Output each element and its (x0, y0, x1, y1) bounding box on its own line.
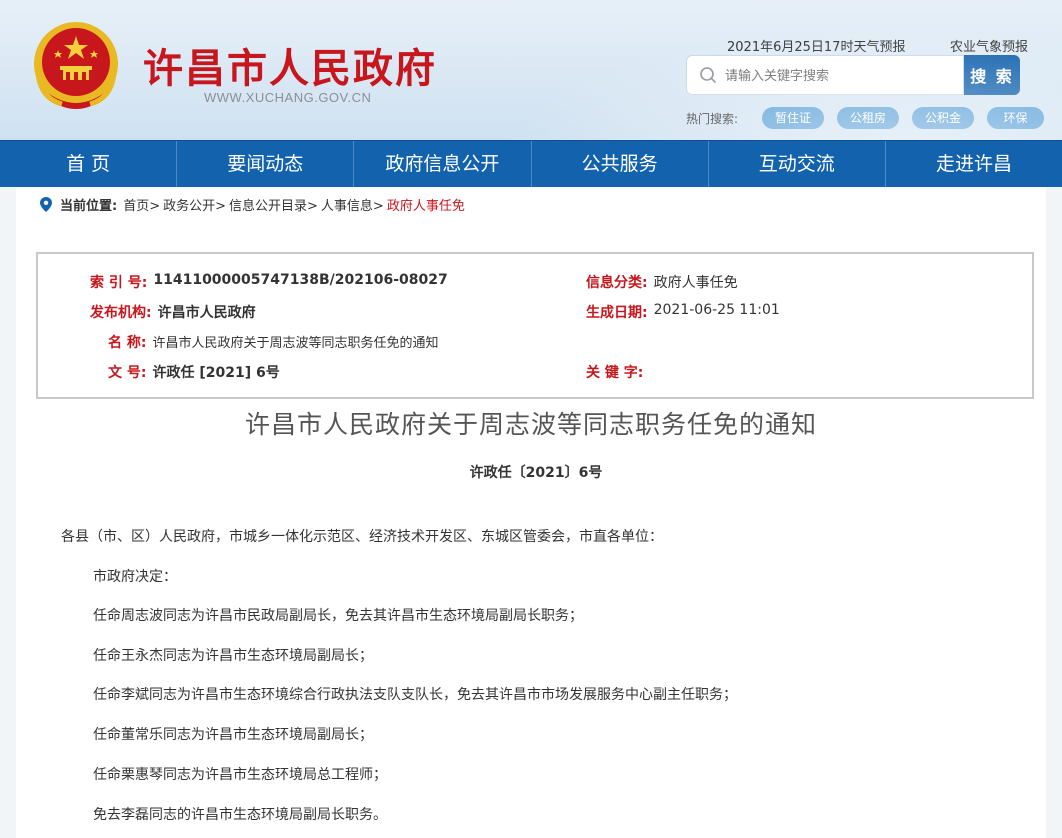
weather-forecast-link[interactable]: 2021年6月25日17时天气预报 (727, 36, 905, 55)
national-emblem-icon (34, 22, 118, 109)
search-icon (700, 67, 717, 84)
meta-date: 生成日期: 2021-06-25 11:01 (586, 302, 780, 322)
paragraph: 市政府决定： (93, 569, 177, 585)
site-title[interactable]: 许昌市人民政府 (143, 36, 437, 94)
breadcrumb-info-catalog[interactable]: 信息公开目录> (229, 195, 318, 214)
breadcrumb-label: 当前位置: (60, 199, 118, 214)
meta-publisher-key: 发布机构: (90, 305, 152, 321)
meta-docno-key: 文 号: (108, 365, 147, 381)
hot-tag-gongjijin[interactable]: 公积金 (912, 107, 974, 129)
meta-category-value: 政府人事任免 (653, 275, 738, 291)
nav-interaction[interactable]: 互动交流 (709, 141, 886, 187)
site-header: 许昌市人民政府 WWW.XUCHANG.GOV.CN 2021年6月25日17时… (0, 0, 1062, 140)
hot-tag-huanbao[interactable]: 环保 (987, 107, 1044, 129)
hot-search-tags: 暂住证 公租房 公积金 环保 (762, 107, 1044, 129)
meta-name-value: 许昌市人民政府关于周志波等同志职务任免的通知 (152, 336, 439, 351)
meta-index-key: 索 引 号: (90, 275, 148, 291)
meta-docno: 文 号: 许政任 [2021] 6号 (108, 362, 280, 382)
search-input[interactable] (725, 64, 955, 88)
meta-index: 索 引 号: 11411000005747138B/202106-08027 (90, 272, 448, 292)
document-number: 许政任〔2021〕6号 (469, 465, 603, 481)
search-box (686, 55, 964, 95)
breadcrumb-gov-affairs[interactable]: 政务公开> (163, 195, 226, 214)
document-title: 许昌市人民政府关于周志波等同志职务任免的通知 (244, 410, 817, 439)
document-meta-table: 索 引 号: 11411000005747138B/202106-08027 信… (36, 252, 1034, 399)
paragraph: 任命王永杰同志为许昌市生态环境局副局长； (93, 648, 373, 664)
meta-name: 名 称: 许昌市人民政府关于周志波等同志职务任免的通知 (108, 332, 439, 352)
nav-gov-info[interactable]: 政府信息公开 (354, 141, 532, 187)
breadcrumb: 当前位置: 首页> 政务公开> 信息公开目录> 人事信息> 政府人事任免 (40, 195, 465, 214)
breadcrumb-home[interactable]: 首页> (123, 195, 160, 214)
site-url: WWW.XUCHANG.GOV.CN (204, 90, 372, 105)
meta-name-key: 名 称: (108, 335, 147, 351)
main-nav: 首 页 要闻动态 政府信息公开 公共服务 互动交流 走进许昌 (0, 140, 1062, 187)
hot-tag-gongzufang[interactable]: 公租房 (837, 107, 899, 129)
breadcrumb-current: 政府人事任免 (386, 199, 465, 214)
meta-date-key: 生成日期: (586, 305, 648, 321)
hot-search-label: 热门搜索: (686, 112, 739, 126)
meta-category-key: 信息分类: (586, 275, 648, 291)
meta-docno-value: 许政任 [2021] 6号 (152, 365, 280, 381)
hot-tag-zanzhuzheng[interactable]: 暂住证 (762, 107, 824, 129)
meta-index-value: 11411000005747138B/202106-08027 (153, 272, 448, 288)
paragraph: 任命栗惠琴同志为许昌市生态环境局总工程师； (93, 767, 387, 783)
nav-news[interactable]: 要闻动态 (177, 141, 355, 187)
main-content: 当前位置: 首页> 政务公开> 信息公开目录> 人事信息> 政府人事任免 索 引… (16, 187, 1046, 838)
paragraph: 任命董常乐同志为许昌市生态环境局副局长； (93, 727, 373, 743)
search-button[interactable]: 搜 索 (964, 55, 1020, 95)
paragraph: 任命李斌同志为许昌市生态环境综合行政执法支队支队长，免去其许昌市市场发展服务中心… (93, 687, 737, 703)
breadcrumb-personnel[interactable]: 人事信息> (321, 195, 384, 214)
paragraph: 免去李磊同志的许昌市生态环境局副局长职务。 (93, 807, 387, 823)
nav-home[interactable]: 首 页 (0, 141, 178, 187)
meta-category: 信息分类: 政府人事任免 (586, 272, 738, 292)
location-pin-icon (40, 197, 52, 212)
meta-date-value: 2021-06-25 11:01 (653, 302, 780, 318)
meta-publisher: 发布机构: 许昌市人民政府 (90, 302, 256, 322)
nav-about-xuchang[interactable]: 走进许昌 (886, 141, 1062, 187)
agri-weather-link[interactable]: 农业气象预报 (950, 36, 1028, 55)
meta-keyword: 关 键 字: (586, 362, 643, 382)
meta-publisher-value: 许昌市人民政府 (157, 305, 256, 321)
meta-keyword-key: 关 键 字: (586, 365, 644, 381)
nav-public-service[interactable]: 公共服务 (532, 141, 709, 187)
paragraph-addressee: 各县（市、区）人民政府，市城乡一体化示范区、经济技术开发区、东城区管委会，市直各… (61, 529, 663, 545)
paragraph: 任命周志波同志为许昌市民政局副局长，免去其许昌市生态环境局副局长职务； (93, 608, 583, 624)
